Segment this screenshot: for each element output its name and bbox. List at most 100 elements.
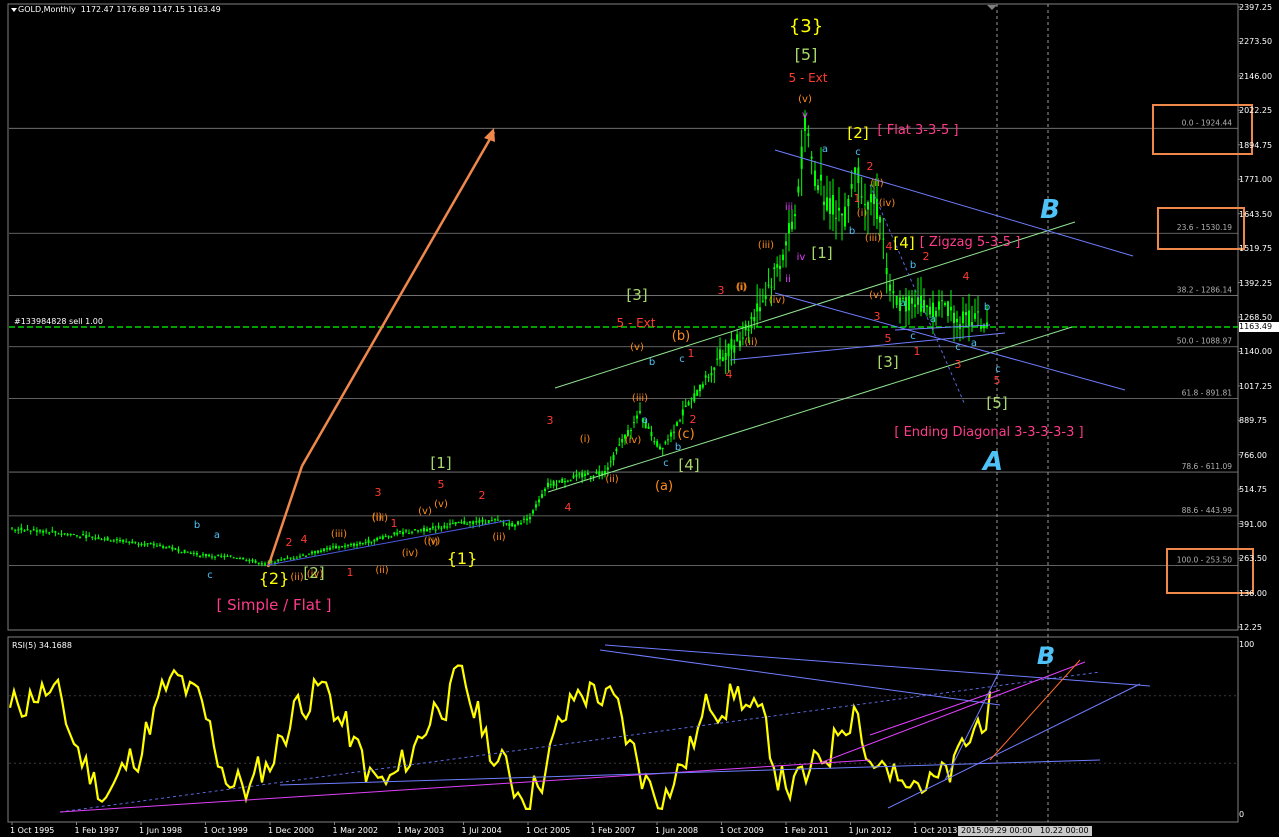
- candle-body: [26, 529, 29, 531]
- candle-body: [817, 185, 819, 191]
- candle-body: [679, 420, 681, 422]
- candle-body: [199, 555, 201, 557]
- time-axis-label: 1 Oct 1999: [203, 826, 248, 835]
- candle-body: [341, 546, 343, 548]
- price-chart[interactable]: 0.0 - 1924.4423.6 - 1530.1938.2 - 1286.1…: [0, 0, 1279, 837]
- candle-body: [564, 481, 566, 483]
- candle-body: [676, 422, 678, 426]
- rsi-line: [8, 664, 992, 811]
- rsi-title: RSI(5) 34.1688: [12, 641, 72, 650]
- wave-label: [ Simple / Flat ]: [217, 596, 332, 614]
- order-line-label[interactable]: #133984828 sell 1.00: [14, 317, 103, 326]
- candle-body: [541, 494, 543, 498]
- candle-body: [773, 267, 776, 270]
- wave-label: (a): [655, 479, 673, 494]
- candle-body: [131, 541, 134, 544]
- candle-body: [140, 544, 143, 546]
- candle-body: [72, 534, 75, 536]
- price-axis-label: 2397.25: [1239, 3, 1273, 12]
- rsi-axis-label: 100: [1239, 640, 1255, 649]
- candle-body: [923, 300, 925, 313]
- candle-body: [889, 284, 891, 291]
- wave-label: 5 - Ext: [789, 71, 828, 85]
- point-label: A: [981, 447, 1003, 477]
- wave-label: {2}: [259, 569, 290, 588]
- candle-body: [759, 307, 761, 312]
- candle-body: [180, 552, 183, 554]
- candle-body: [466, 523, 469, 525]
- candle-body: [914, 304, 916, 308]
- candle-body: [719, 349, 721, 360]
- time-axis-label: 1 Jun 1998: [139, 826, 183, 835]
- candle-body: [864, 204, 866, 206]
- wave-label: (iii): [331, 529, 347, 540]
- candle-body: [664, 442, 667, 444]
- wave-label: (i): [372, 512, 383, 523]
- candle-body: [505, 523, 508, 525]
- wave-label: a: [971, 338, 977, 349]
- candle-body: [701, 384, 704, 388]
- candle-body: [681, 409, 684, 416]
- candle-body: [555, 484, 558, 486]
- wave-label: 2: [923, 250, 930, 263]
- candle-body: [747, 329, 750, 331]
- candle-body: [730, 338, 733, 350]
- candle-body: [572, 475, 575, 478]
- candle-body: [549, 484, 552, 486]
- wave-label: 2: [479, 489, 486, 502]
- candle-body: [823, 201, 825, 206]
- wave-label: [2]: [303, 564, 324, 582]
- candle-body: [739, 340, 741, 347]
- wave-label: a: [930, 314, 936, 325]
- candle-body: [487, 520, 490, 524]
- candle-body: [183, 549, 186, 553]
- wave-label: [3]: [877, 353, 898, 371]
- candle-body: [630, 430, 632, 432]
- candle-body: [17, 529, 20, 531]
- candle-body: [305, 555, 307, 557]
- candle-body: [387, 536, 390, 538]
- wave-label: (v): [434, 499, 448, 510]
- candle-body: [214, 556, 216, 558]
- candle-body: [814, 170, 816, 187]
- candle-body: [125, 541, 128, 543]
- wave-label: 1: [347, 566, 354, 579]
- wave-label: a: [822, 144, 828, 155]
- wave-label: 3: [874, 310, 881, 323]
- candle-body: [496, 519, 499, 521]
- candle-body: [826, 197, 828, 211]
- wave-label: (i): [428, 537, 439, 548]
- candle-body: [174, 548, 177, 550]
- rsi-trend-line: [819, 661, 1086, 764]
- candle-body: [844, 206, 846, 227]
- candle-body: [370, 541, 373, 543]
- candle-body: [79, 536, 81, 538]
- candle-body: [835, 217, 837, 219]
- wave-label: 1: [391, 517, 398, 530]
- candle-body: [761, 300, 764, 302]
- candle-body: [408, 532, 410, 534]
- candle-body: [20, 527, 23, 531]
- candle-body: [97, 537, 100, 540]
- candle-body: [463, 520, 466, 525]
- candle-body: [393, 532, 396, 535]
- candle-body: [794, 214, 796, 217]
- rsi-trend-line: [59, 759, 871, 813]
- window-title: GOLD,Monthly 1172.47 1176.89 1147.15 116…: [18, 5, 221, 14]
- candle-body: [670, 432, 672, 437]
- price-axis-label: 514.75: [1239, 485, 1267, 495]
- candle-body: [472, 521, 475, 525]
- candle-body: [656, 441, 659, 447]
- wave-label: (v): [630, 342, 644, 353]
- price-axis-label: 2022.25: [1239, 106, 1273, 116]
- wave-label: c: [679, 354, 685, 365]
- candle-body: [320, 550, 322, 552]
- candle-body: [606, 467, 609, 470]
- candle-body: [947, 301, 949, 316]
- candle-body: [353, 543, 355, 546]
- candle-body: [289, 557, 292, 559]
- candle-body: [446, 526, 449, 528]
- candle-body: [376, 537, 379, 541]
- candle-body: [727, 343, 730, 357]
- candle-body: [704, 375, 707, 378]
